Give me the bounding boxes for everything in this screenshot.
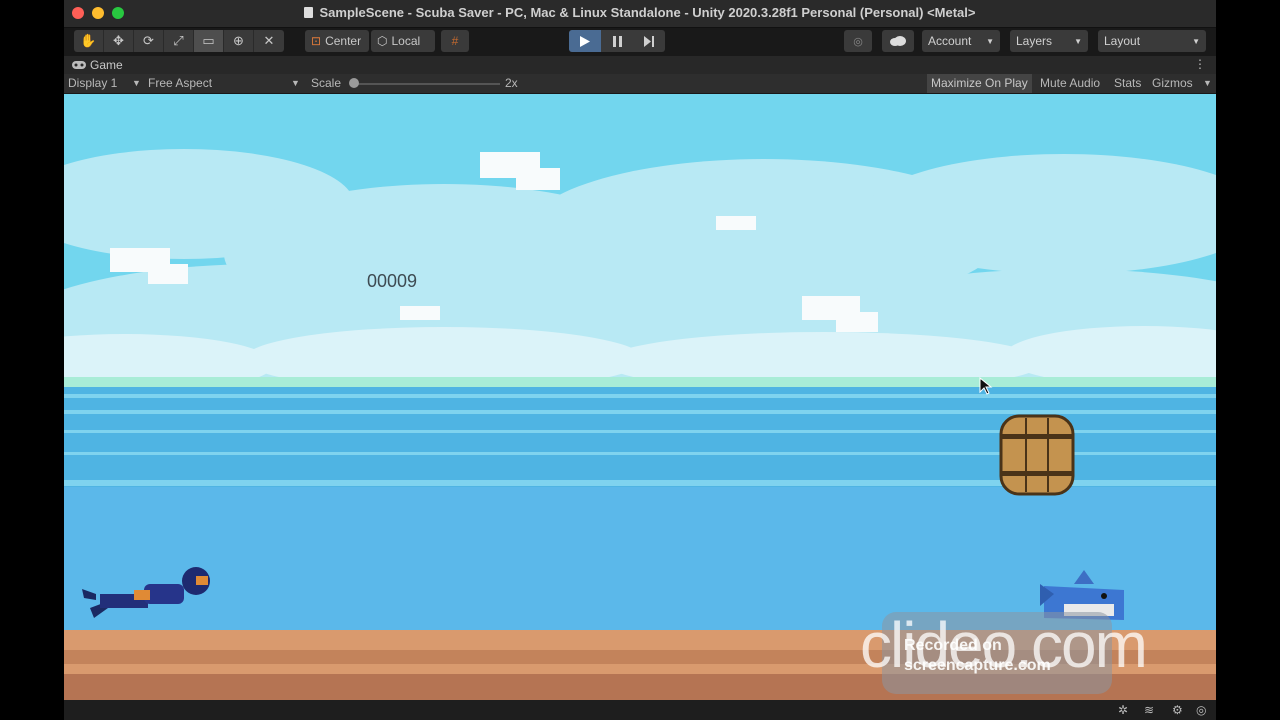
grid-snap-icon: #	[451, 34, 459, 48]
scale-slider-handle[interactable]	[349, 78, 359, 88]
stats-toggle[interactable]: Stats	[1114, 76, 1141, 90]
window-title: SampleScene - Scuba Saver - PC, Mac & Li…	[319, 5, 976, 20]
layers-label: Layers	[1016, 34, 1053, 48]
debug-icon[interactable]: ✲	[1118, 703, 1128, 717]
more-options-icon[interactable]: ⋮	[1194, 57, 1206, 71]
gizmos-chevron-down-icon[interactable]: ▼	[1203, 78, 1212, 88]
tab-game[interactable]: Game	[72, 58, 123, 72]
layout-label: Layout	[1104, 34, 1141, 48]
watermark-line1: Recorded on	[904, 637, 1002, 654]
collab-icon: ◎	[853, 35, 863, 48]
layers-dropdown[interactable]: Layers ▼	[1010, 30, 1088, 52]
local-cube-icon: ⬡	[377, 34, 388, 48]
pause-icon	[612, 35, 622, 47]
account-chevron-down-icon: ▼	[986, 36, 994, 46]
pivot-rotation-button[interactable]: ⬡ Local	[371, 30, 435, 52]
pivot-rotation-label: Local	[391, 34, 421, 48]
lighting-icon[interactable]: ⚙	[1172, 703, 1183, 717]
grid-snap-button[interactable]: #	[441, 30, 469, 52]
collab-button[interactable]: ◎	[844, 30, 872, 52]
status-bar: ✲ ≋ ⚙ ◎	[64, 700, 1216, 720]
layout-dropdown[interactable]: Layout ▼	[1098, 30, 1206, 52]
game-tab-header: Game ⋮	[64, 56, 1216, 74]
game-tab-label: Game	[90, 58, 123, 72]
horizon	[64, 377, 1216, 387]
barrel-obstacle	[999, 414, 1075, 496]
cloud-button[interactable]	[882, 30, 914, 52]
rotate-icon[interactable]: ⟳	[134, 30, 164, 52]
mute-audio-toggle[interactable]: Mute Audio	[1040, 76, 1100, 90]
check-circle-icon[interactable]: ◎	[1196, 703, 1206, 717]
play-controls	[569, 30, 665, 52]
watermark-caption: Recorded on screencapture.com	[904, 636, 1051, 676]
pivot-mode-button[interactable]: ⊡ Center	[305, 30, 369, 52]
cloud-icon	[890, 36, 906, 46]
hand-icon[interactable]: ✋	[74, 30, 104, 52]
layers-stack-icon[interactable]: ≋	[1144, 703, 1154, 717]
scale-value: 2x	[505, 76, 518, 90]
scale-slider-track[interactable]	[352, 83, 500, 85]
document-icon	[304, 7, 314, 18]
score-counter: 00009	[367, 271, 418, 291]
pivot-mode-label: Center	[325, 34, 362, 48]
account-dropdown[interactable]: Account ▼	[922, 30, 1000, 52]
aspect-chevron-down-icon[interactable]: ▼	[291, 78, 300, 88]
watermark-line2: screencapture.com	[904, 657, 1051, 674]
play-button[interactable]	[569, 30, 601, 52]
gizmos-toggle[interactable]: Gizmos	[1152, 76, 1193, 90]
play-icon	[580, 35, 590, 47]
custom-tool-icon[interactable]: ✕	[254, 30, 284, 52]
move-icon[interactable]: ✥	[104, 30, 134, 52]
gamepad-icon	[72, 61, 86, 69]
main-toolbar: ✋ ✥ ⟳ ⤢ ▭ ⊕ ✕ ⊡ Center ⬡ Local # ◎ Accou…	[64, 28, 1216, 55]
rect-icon[interactable]: ▭	[194, 30, 224, 52]
display-chevron-down-icon[interactable]: ▼	[132, 78, 141, 88]
step-icon	[643, 35, 654, 47]
game-view-bar: Display 1 ▼ Free Aspect ▼ Scale 2x Maxim…	[64, 74, 1216, 93]
maximize-on-play-toggle[interactable]: Maximize On Play	[927, 74, 1032, 93]
pivot-center-icon: ⊡	[311, 34, 322, 48]
transform-icon[interactable]: ⊕	[224, 30, 254, 52]
aspect-dropdown[interactable]: Free Aspect	[148, 76, 212, 90]
layers-chevron-down-icon: ▼	[1074, 36, 1082, 46]
pause-button[interactable]	[601, 30, 633, 52]
scale-icon[interactable]: ⤢	[164, 30, 194, 52]
display-dropdown[interactable]: Display 1	[68, 76, 117, 90]
account-label: Account	[928, 34, 972, 48]
step-button[interactable]	[633, 30, 665, 52]
scale-label: Scale	[311, 76, 342, 90]
window-title-wrap: SampleScene - Scuba Saver - PC, Mac & Li…	[64, 5, 1216, 20]
title-bar: SampleScene - Scuba Saver - PC, Mac & Li…	[64, 0, 1216, 28]
layout-chevron-down-icon: ▼	[1192, 36, 1200, 46]
transform-tools: ✋ ✥ ⟳ ⤢ ▭ ⊕ ✕	[74, 30, 284, 52]
